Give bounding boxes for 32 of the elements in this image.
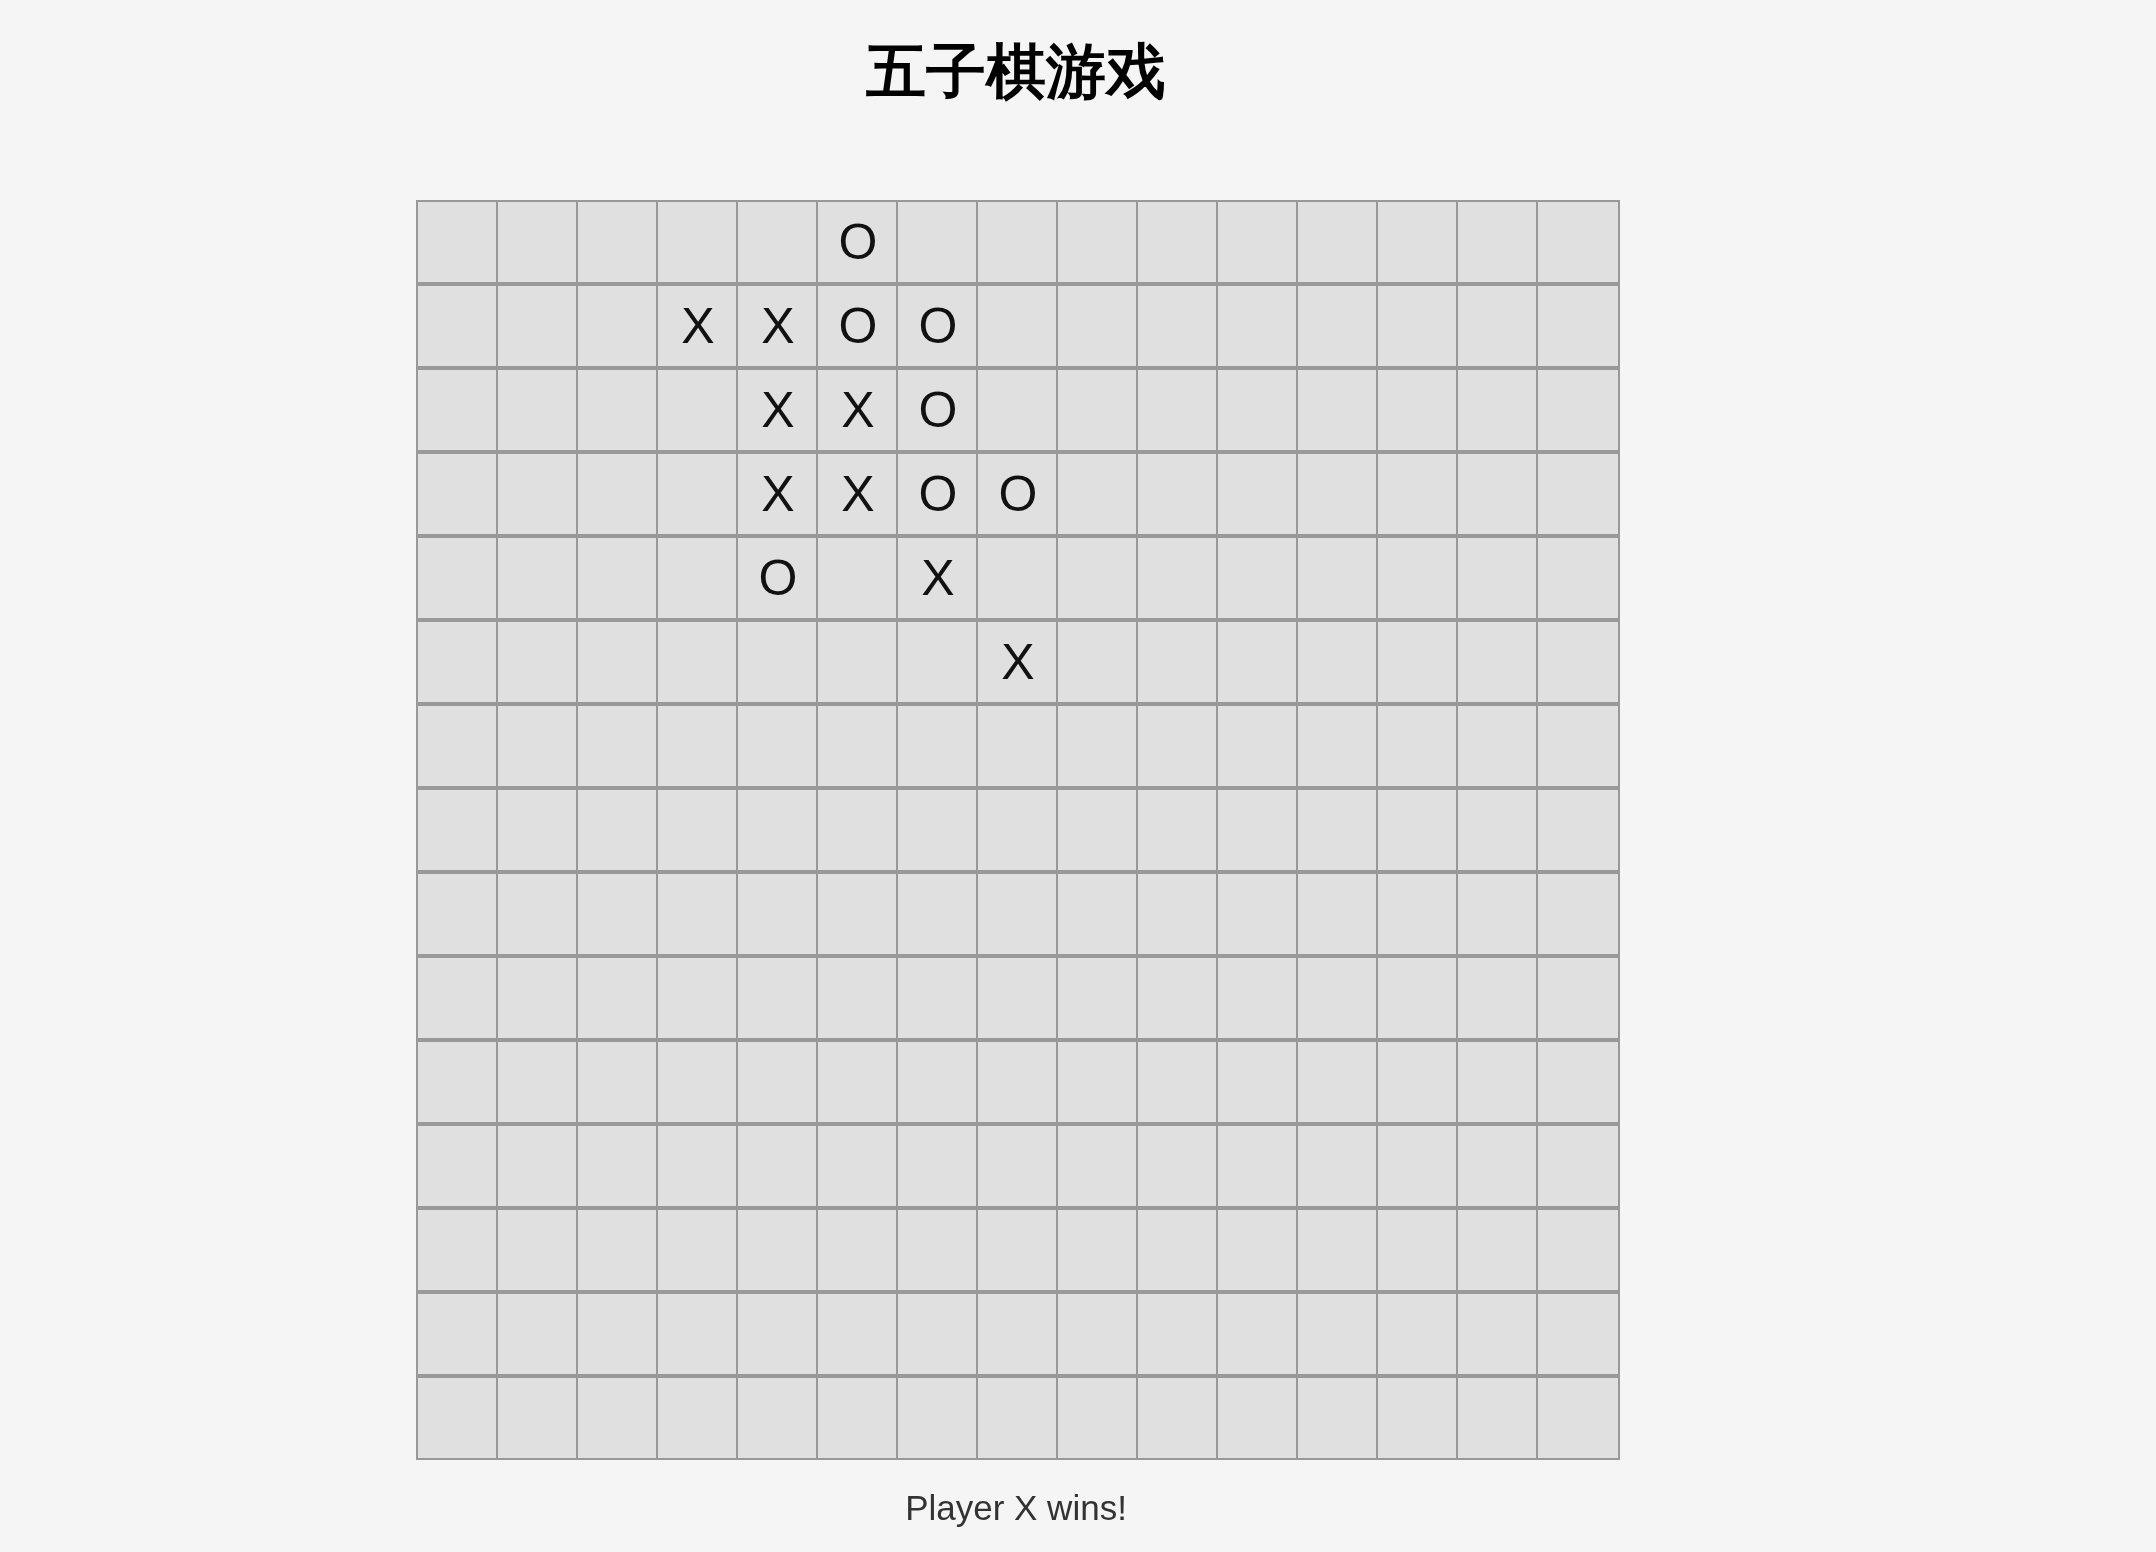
board-cell[interactable] [1536, 1124, 1620, 1208]
game-piece: X [761, 297, 795, 355]
game-piece: O [838, 297, 878, 355]
game-piece: X [921, 549, 955, 607]
game-piece: O [918, 297, 958, 355]
game-piece: O [998, 465, 1038, 523]
game-piece: O [918, 381, 958, 439]
board-cell[interactable] [1536, 200, 1620, 284]
page-title: 五子棋游戏 [866, 37, 1166, 107]
game-piece: O [838, 213, 878, 271]
game-piece: X [841, 465, 875, 523]
game-piece: X [841, 381, 875, 439]
board-cell[interactable] [1536, 284, 1620, 368]
board-cell[interactable] [1536, 1376, 1620, 1460]
board-cell[interactable] [1536, 452, 1620, 536]
game-piece: X [681, 297, 715, 355]
board-cell[interactable] [1536, 620, 1620, 704]
game-piece: X [1001, 633, 1035, 691]
board-cell[interactable] [1536, 1040, 1620, 1124]
game-piece: X [761, 465, 795, 523]
status-message: Player X wins! [905, 1487, 1127, 1529]
board-cell[interactable] [1536, 536, 1620, 620]
board-cell[interactable] [1536, 704, 1620, 788]
board-cell[interactable] [1536, 956, 1620, 1040]
game-piece: O [918, 465, 958, 523]
board-cell[interactable] [1536, 1292, 1620, 1376]
game-piece: X [761, 381, 795, 439]
board-cell[interactable] [1536, 1208, 1620, 1292]
board-cell[interactable] [1536, 872, 1620, 956]
board-cell[interactable] [1536, 368, 1620, 452]
game-piece: O [758, 549, 798, 607]
board-cell[interactable] [1536, 788, 1620, 872]
